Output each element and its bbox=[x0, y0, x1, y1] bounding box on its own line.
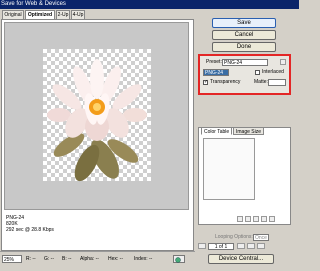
transparency-label: Transparency bbox=[210, 79, 241, 85]
matte-select[interactable] bbox=[268, 79, 286, 86]
settings-column: Save Cancel Done Preset: PNG-24 PNG-24 I… bbox=[195, 10, 299, 271]
preset-label: Preset: bbox=[206, 59, 222, 65]
time-readout: 292 sec @ 28.8 Kbps bbox=[6, 227, 54, 233]
image-preview[interactable] bbox=[4, 22, 189, 210]
next-frame-button[interactable] bbox=[257, 243, 265, 249]
optimization-settings: Preset: PNG-24 PNG-24 Interlaced Transpa… bbox=[198, 54, 291, 95]
view-tabs: Original Optimized 2-Up 4-Up bbox=[0, 10, 195, 19]
first-frame-button[interactable] bbox=[198, 243, 206, 249]
cancel-button[interactable]: Cancel bbox=[212, 30, 276, 40]
tab-image-size[interactable]: Image Size bbox=[233, 127, 265, 135]
tab-2up[interactable]: 2-Up bbox=[56, 10, 70, 19]
browser-preview-button[interactable] bbox=[173, 255, 185, 263]
tab-4up[interactable]: 4-Up bbox=[71, 10, 85, 19]
color-readout-b: B: -- bbox=[62, 256, 72, 262]
preset-select[interactable]: PNG-24 bbox=[222, 59, 268, 66]
zoom-value: 25% bbox=[4, 257, 15, 263]
lotus-flower-image bbox=[47, 59, 147, 182]
zoom-select[interactable]: 25% bbox=[2, 255, 22, 263]
globe-icon bbox=[175, 257, 181, 263]
matte-label: Matte: bbox=[254, 79, 268, 85]
tab-color-table[interactable]: Color Table bbox=[201, 127, 233, 135]
tab-original[interactable]: Original bbox=[2, 10, 24, 19]
trash-icon[interactable] bbox=[269, 216, 275, 222]
lock-color-icon[interactable] bbox=[253, 216, 259, 222]
color-readout-g: G: -- bbox=[44, 256, 54, 262]
frame-pager: 1 of 1 bbox=[208, 243, 234, 250]
play-button[interactable] bbox=[247, 243, 255, 249]
color-table-panel: Color Table Image Size bbox=[198, 127, 291, 225]
color-readout-r: R: -- bbox=[26, 256, 36, 262]
color-readout-hex: Hex: -- bbox=[108, 256, 123, 262]
color-readout-index: Index: -- bbox=[134, 256, 153, 262]
color-table-swatches bbox=[203, 138, 255, 200]
looping-select[interactable]: Once bbox=[253, 234, 269, 241]
map-color-icon[interactable] bbox=[237, 216, 243, 222]
interlaced-label: Interlaced bbox=[262, 69, 284, 75]
optimize-menu-icon[interactable] bbox=[280, 59, 286, 65]
pager-value: 1 of 1 bbox=[214, 244, 228, 250]
save-button[interactable]: Save bbox=[212, 18, 276, 28]
preset-value: PNG-24 bbox=[224, 60, 243, 66]
web-shift-icon[interactable] bbox=[245, 216, 251, 222]
format-select[interactable]: PNG-24 bbox=[203, 69, 229, 76]
color-readout-alpha: Alpha: -- bbox=[80, 256, 99, 262]
looping-label: Looping Options: bbox=[215, 234, 253, 240]
window-title: Save for Web & Devices bbox=[0, 0, 299, 9]
new-color-icon[interactable] bbox=[261, 216, 267, 222]
device-central-button[interactable]: Device Central... bbox=[208, 254, 274, 264]
looping-value: Once bbox=[255, 235, 267, 241]
tab-optimized[interactable]: Optimized bbox=[25, 10, 55, 19]
format-value: PNG-24 bbox=[205, 70, 224, 76]
transparency-checkbox[interactable] bbox=[203, 79, 208, 85]
status-bar: 25% R: -- G: -- B: -- Alpha: -- Hex: -- … bbox=[0, 251, 195, 271]
interlaced-checkbox[interactable] bbox=[255, 70, 260, 75]
prev-frame-button[interactable] bbox=[237, 243, 245, 249]
done-button[interactable]: Done bbox=[212, 42, 276, 52]
